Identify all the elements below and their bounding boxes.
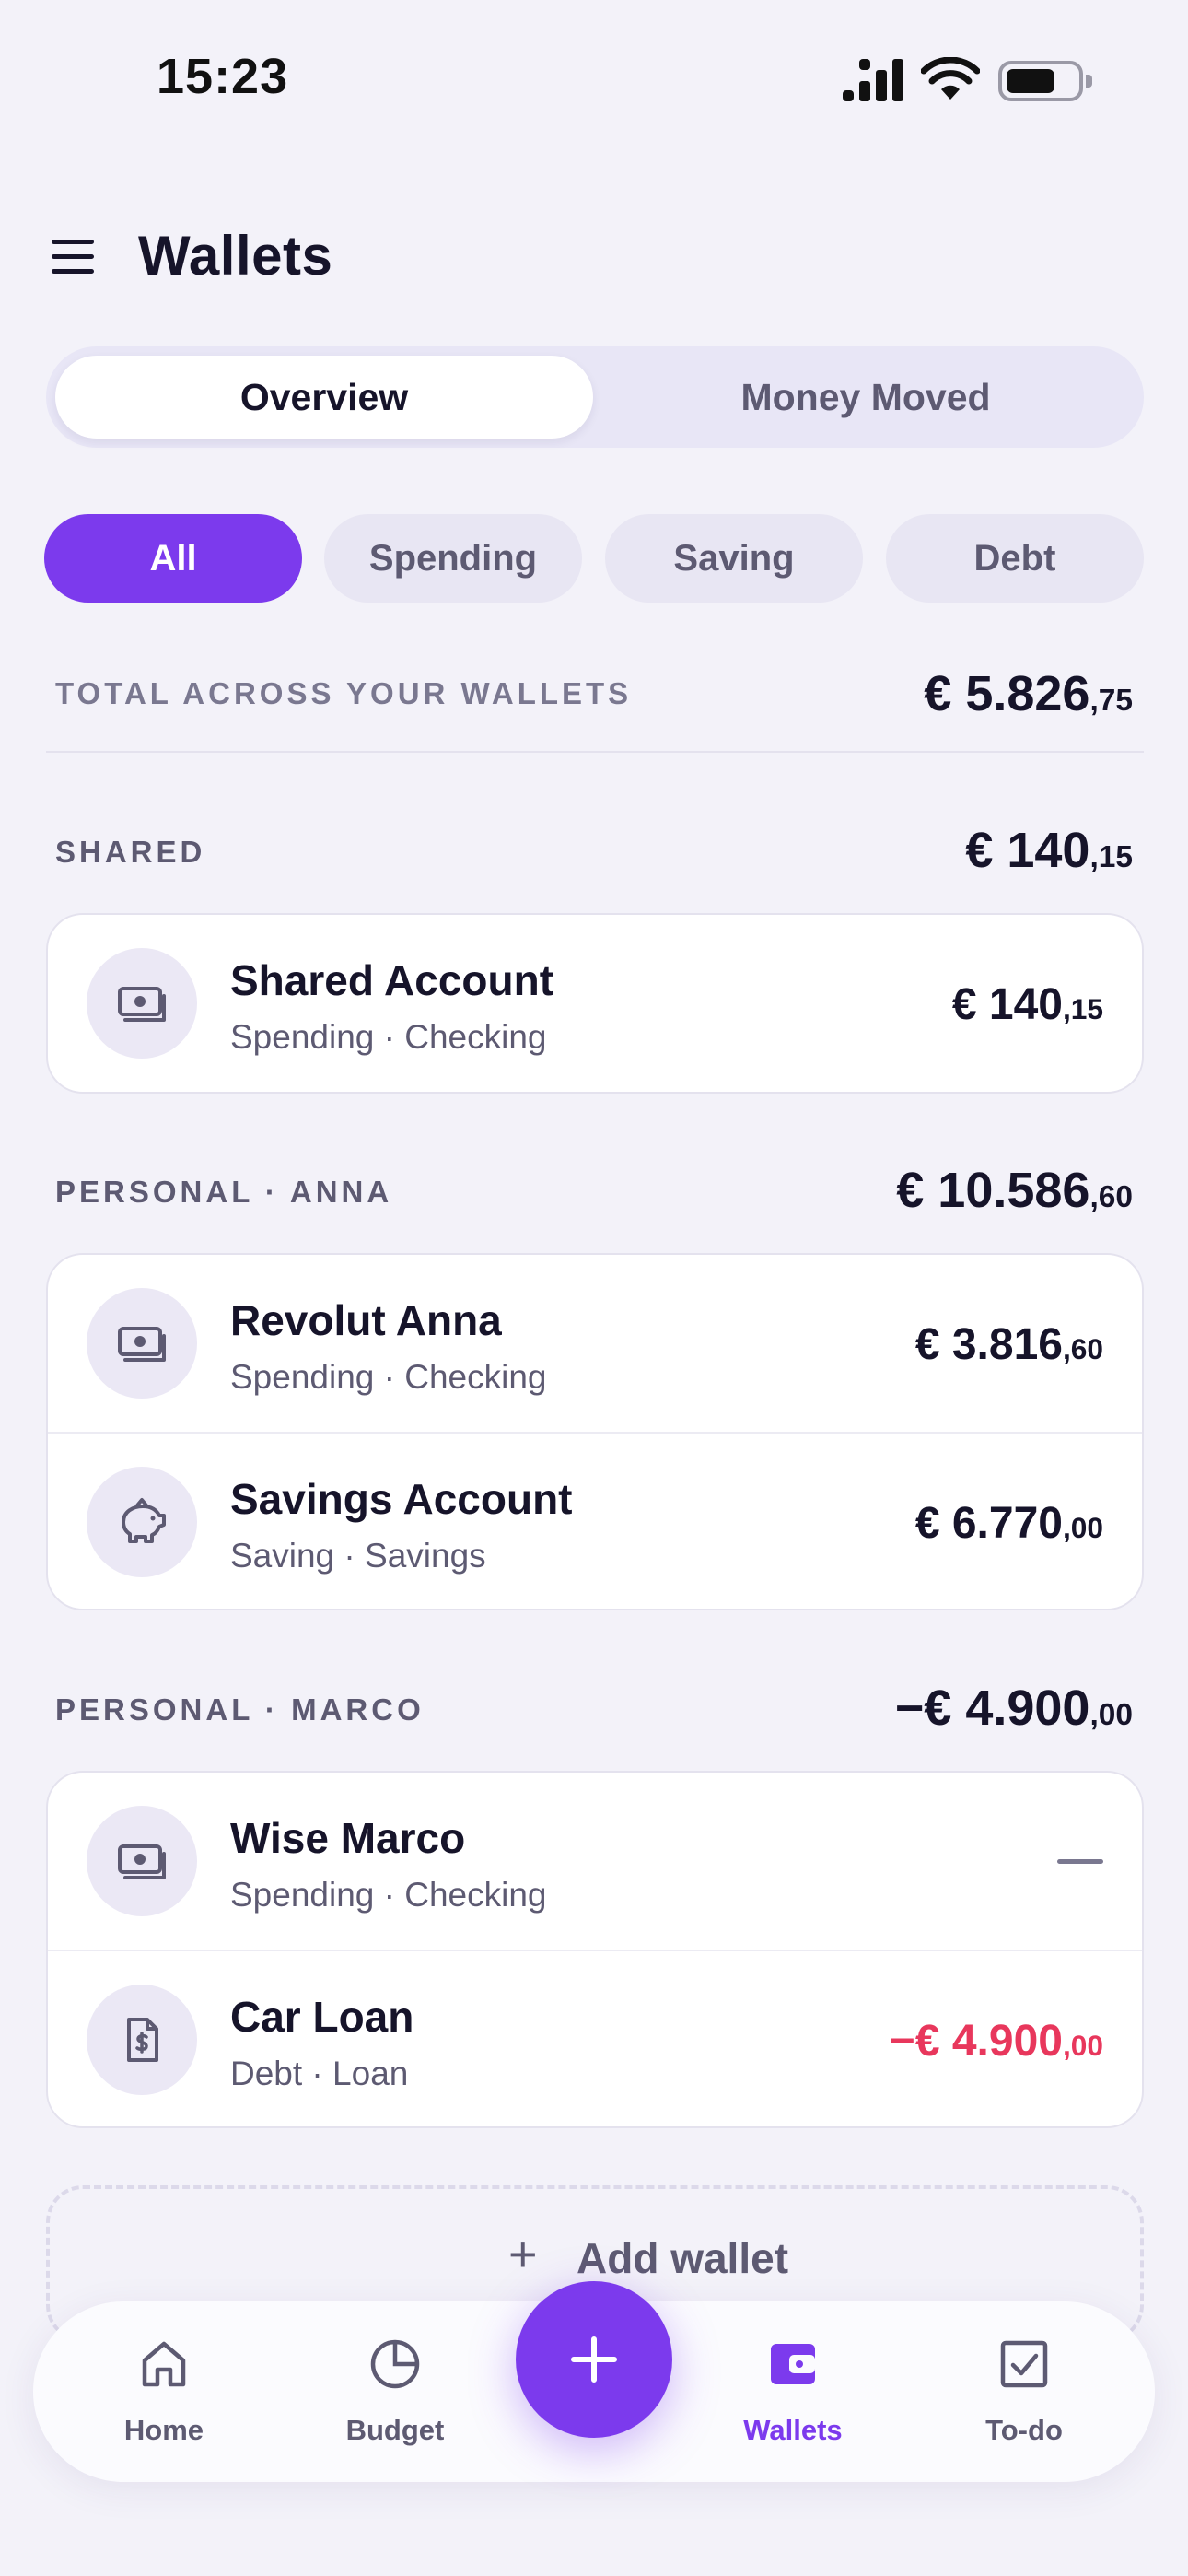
wallet-row[interactable]: Revolut Anna Spending · Checking € 3.816… <box>48 1255 1142 1432</box>
section-label-shared: SHARED <box>55 835 206 869</box>
wallet-card-anna: Revolut Anna Spending · Checking € 3.816… <box>46 1253 1144 1610</box>
cash-icon <box>87 1288 197 1399</box>
nav-todo[interactable]: To-do <box>950 2301 1098 2482</box>
wallet-card-marco: Wise Marco Spending · Checking Car Loan … <box>46 1771 1144 2128</box>
wallet-row[interactable]: Shared Account Spending · Checking € 140… <box>48 915 1142 1092</box>
total-amount: € 5.826,75 <box>924 666 1133 721</box>
wallet-subtitle: Saving · Savings <box>230 1537 486 1575</box>
wallet-name: Shared Account <box>230 956 554 1004</box>
filter-all-chip[interactable]: All <box>44 514 302 603</box>
checkbox-icon <box>1000 2340 1048 2388</box>
wallet-row[interactable]: Car Loan Debt · Loan −€ 4.900,00 <box>48 1950 1142 2126</box>
section-label-marco: PERSONAL · MARCO <box>55 1692 425 1727</box>
section-total-anna: € 10.586,60 <box>896 1163 1133 1218</box>
invoice-dollar-icon <box>87 1985 197 2095</box>
wallet-subtitle: Spending · Checking <box>230 1018 547 1056</box>
add-wallet-label: Add wallet <box>577 2234 789 2282</box>
status-time: 15:23 <box>157 49 289 104</box>
section-label-anna: PERSONAL · ANNA <box>55 1175 393 1209</box>
no-balance-dash <box>1057 1859 1103 1864</box>
section-total-shared: € 140,15 <box>965 823 1133 878</box>
wifi-icon <box>921 57 980 100</box>
wallet-name: Wise Marco <box>230 1814 466 1862</box>
add-fab-button[interactable] <box>516 2281 672 2438</box>
wallet-row[interactable]: Wise Marco Spending · Checking <box>48 1773 1142 1950</box>
wallet-amount: € 140,15 <box>951 980 1103 1029</box>
wallet-subtitle: Spending · Checking <box>230 1876 547 1914</box>
cash-icon <box>87 948 197 1059</box>
section-total-marco: −€ 4.900,00 <box>894 1680 1133 1736</box>
pie-chart-icon <box>370 2339 420 2389</box>
wallet-row[interactable]: Savings Account Saving · Savings € 6.770… <box>48 1432 1142 1609</box>
wallet-subtitle: Debt · Loan <box>230 2055 409 2092</box>
cash-icon <box>87 1806 197 1916</box>
wallet-name: Revolut Anna <box>230 1296 502 1344</box>
filter-debt-chip[interactable]: Debt <box>886 514 1144 603</box>
nav-wallets-label: Wallets <box>743 2414 843 2446</box>
nav-home[interactable]: Home <box>90 2301 238 2482</box>
filter-saving-chip[interactable]: Saving <box>605 514 863 603</box>
total-label: TOTAL ACROSS YOUR WALLETS <box>55 676 633 710</box>
nav-todo-label: To-do <box>985 2414 1063 2446</box>
wallet-card-shared: Shared Account Spending · Checking € 140… <box>46 913 1144 1094</box>
home-icon <box>142 2341 186 2387</box>
nav-home-label: Home <box>123 2414 204 2446</box>
wallet-name: Car Loan <box>230 1993 414 2041</box>
segment-money-moved[interactable]: Money Moved <box>597 356 1135 439</box>
battery-icon <box>998 61 1092 101</box>
nav-budget-label: Budget <box>345 2414 445 2446</box>
page-title: Wallets <box>138 225 333 287</box>
status-bar: 15:23 <box>0 0 1188 147</box>
hamburger-menu-icon[interactable] <box>48 238 99 275</box>
wallet-subtitle: Spending · Checking <box>230 1358 547 1396</box>
segment-overview[interactable]: Overview <box>55 356 593 439</box>
wallet-icon <box>771 2344 815 2384</box>
filter-spending-chip[interactable]: Spending <box>324 514 582 603</box>
cellular-signal-icon <box>843 59 907 101</box>
piggy-bank-icon <box>87 1467 197 1577</box>
wallet-amount: € 3.816,60 <box>914 1320 1103 1369</box>
plus-icon <box>571 2336 617 2383</box>
nav-wallets[interactable]: Wallets <box>719 2301 867 2482</box>
wallet-name: Savings Account <box>230 1475 573 1523</box>
nav-budget[interactable]: Budget <box>321 2301 469 2482</box>
plus-icon: + <box>508 2227 538 2282</box>
wallet-amount: € 6.770,00 <box>914 1499 1103 1548</box>
divider <box>46 751 1144 753</box>
view-segmented-control: Overview Money Moved <box>46 346 1144 448</box>
wallet-amount-negative: −€ 4.900,00 <box>889 2017 1103 2066</box>
